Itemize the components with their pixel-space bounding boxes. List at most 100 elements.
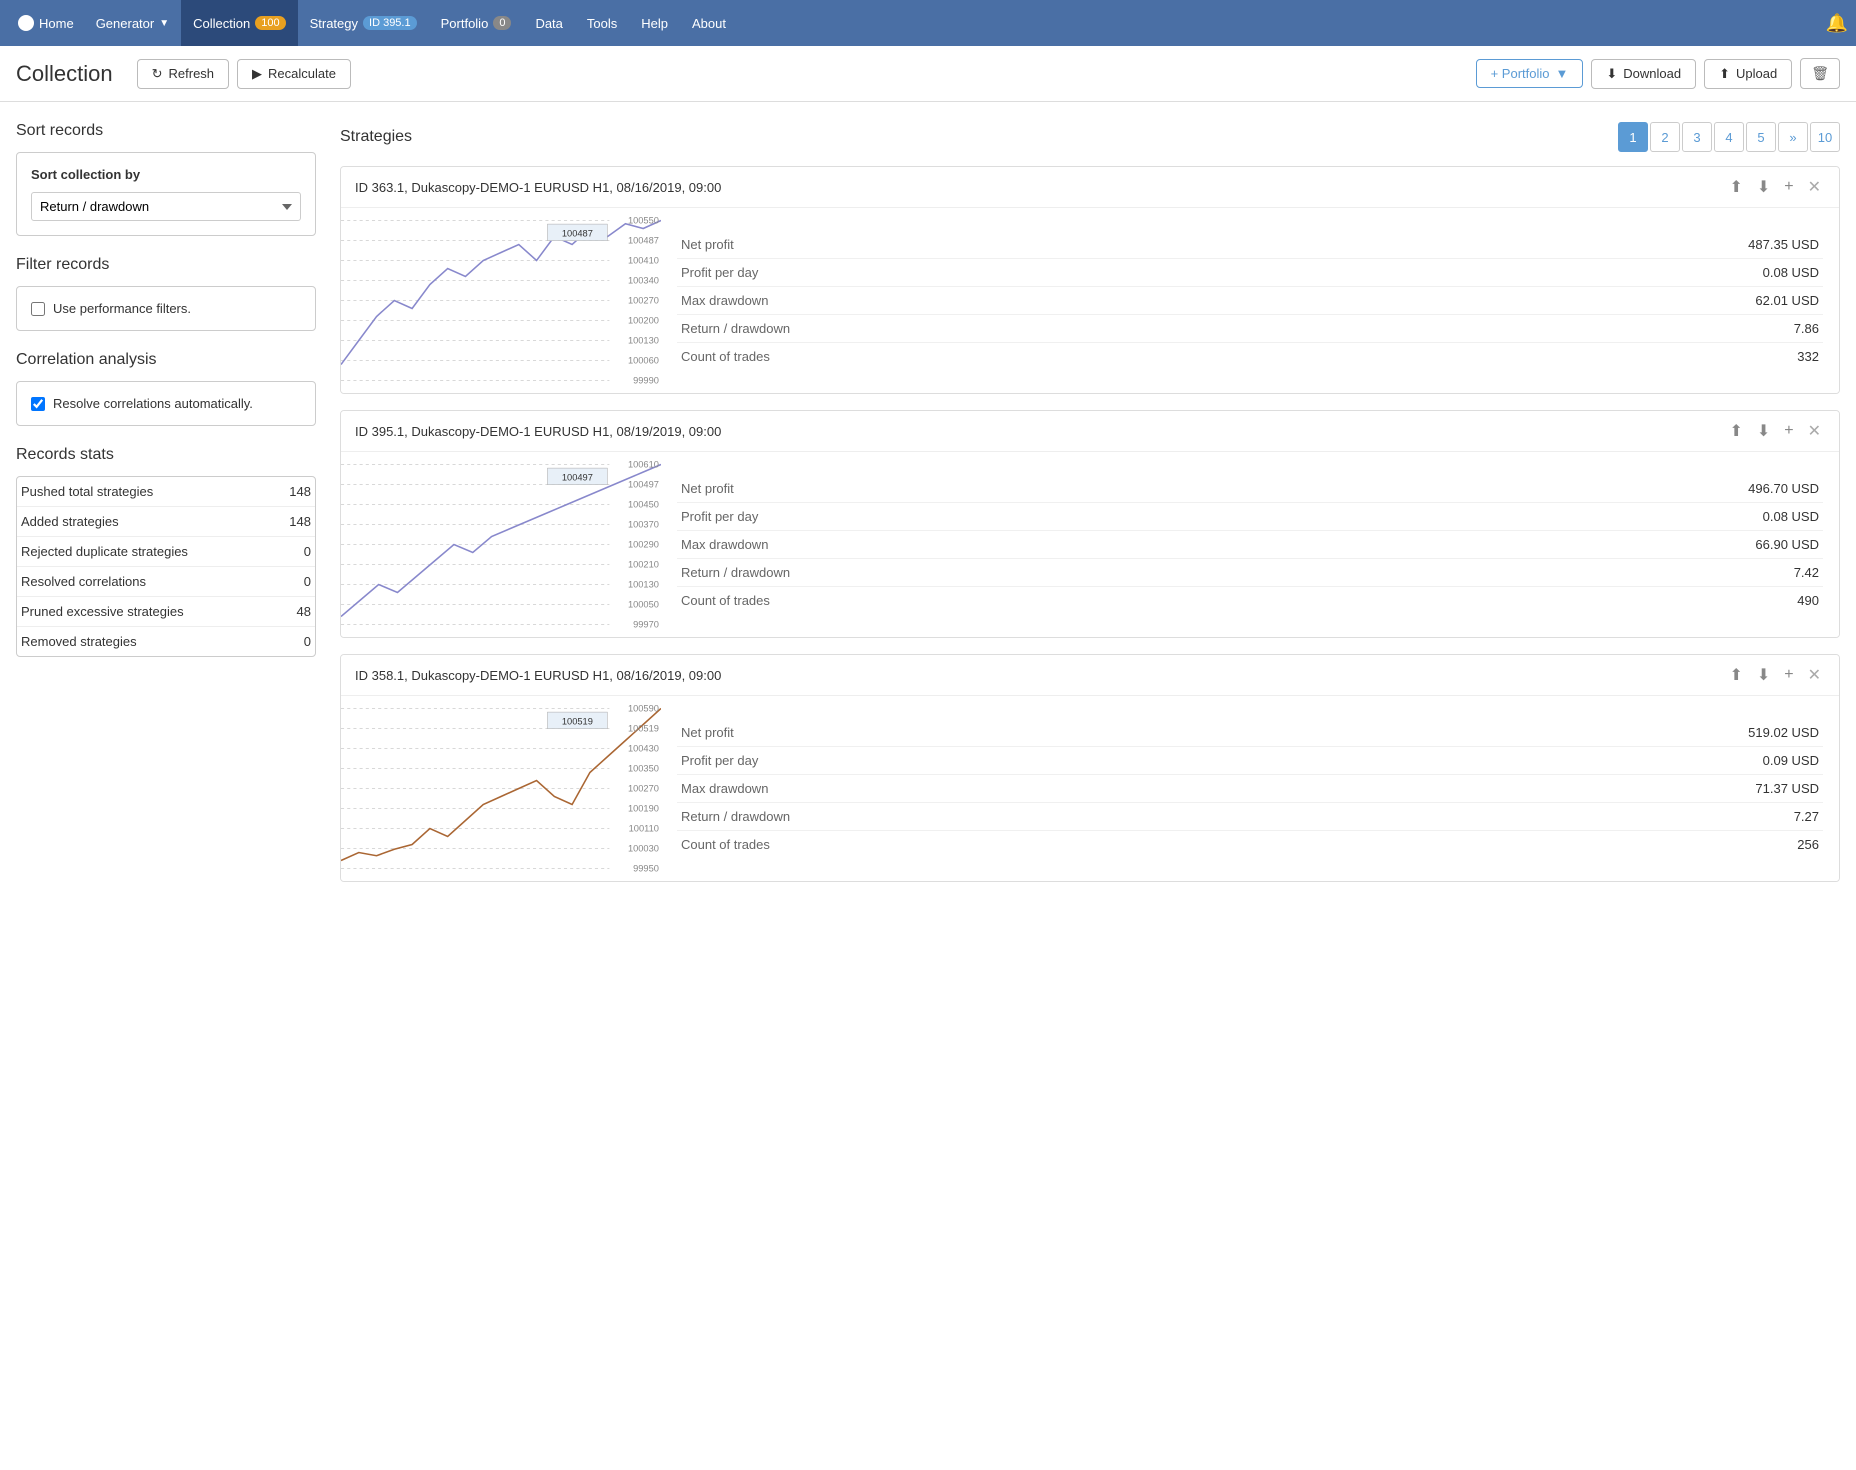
svg-text:100519: 100519	[562, 717, 593, 727]
svg-text:100110: 100110	[629, 824, 659, 834]
refresh-button[interactable]: ↻ Refresh	[137, 59, 229, 89]
nav-collection-label: Collection	[193, 16, 250, 31]
portfolio-button-label: + Portfolio	[1491, 66, 1550, 81]
stat-value: 0	[272, 537, 315, 567]
stat-row: Return / drawdown 7.42	[677, 559, 1823, 587]
card-close-button[interactable]: ✕	[1804, 663, 1825, 687]
svg-text:100290: 100290	[628, 540, 659, 550]
stats-table: Net profit 519.02 USD Profit per day 0.0…	[677, 719, 1823, 858]
stat-label: Removed strategies	[17, 627, 272, 657]
svg-text:100060: 100060	[628, 356, 659, 366]
sort-collection-select[interactable]: Return / drawdown Net profit Profit per …	[31, 192, 301, 221]
stat-label: Return / drawdown	[677, 315, 1362, 343]
card-add-button[interactable]: +	[1780, 176, 1797, 198]
sort-records-section: Sort records Sort collection by Return /…	[16, 122, 316, 236]
stat-label: Max drawdown	[677, 775, 1362, 803]
pagination-page-10[interactable]: 10	[1810, 122, 1840, 152]
upload-button[interactable]: ⬆ Upload	[1704, 59, 1792, 89]
card-up-button[interactable]: ⬆	[1725, 663, 1746, 687]
stat-row: Net profit 519.02 USD	[677, 719, 1823, 747]
generator-caret-icon: ▼	[159, 18, 169, 29]
pagination-page-2[interactable]: 2	[1650, 122, 1680, 152]
stats-area: Net profit 496.70 USD Profit per day 0.0…	[661, 452, 1839, 637]
stat-label: Added strategies	[17, 507, 272, 537]
records-stats-row: Pruned excessive strategies48	[17, 597, 315, 627]
nav-home-button[interactable]: Home	[8, 0, 84, 46]
strategy-card-body: 100497 100610100497100450100370100290100…	[341, 452, 1839, 637]
stats-area: Net profit 519.02 USD Profit per day 0.0…	[661, 696, 1839, 881]
nav-portfolio-label: Portfolio	[441, 16, 489, 31]
main-layout: Sort records Sort collection by Return /…	[0, 102, 1856, 918]
pagination: 12345»10	[1618, 122, 1840, 152]
nav-strategy-label: Strategy	[310, 16, 358, 31]
svg-text:100487: 100487	[628, 236, 659, 246]
nav-about-label: About	[692, 16, 726, 31]
stat-label: Profit per day	[677, 503, 1362, 531]
strategy-card-card-1: ID 363.1, Dukascopy-DEMO-1 EURUSD H1, 08…	[340, 166, 1840, 394]
svg-text:100030: 100030	[628, 844, 659, 854]
recalculate-button[interactable]: ▶ Recalculate	[237, 59, 351, 89]
card-down-button[interactable]: ⬇	[1753, 663, 1774, 687]
card-actions: ⬆ ⬇ + ✕	[1725, 663, 1825, 687]
card-up-button[interactable]: ⬆	[1725, 419, 1746, 443]
notification-icon[interactable]: 🔔	[1826, 13, 1848, 33]
pagination-page-5[interactable]: 5	[1746, 122, 1776, 152]
upload-label: Upload	[1736, 66, 1777, 81]
stat-label: Max drawdown	[677, 531, 1362, 559]
stat-value: 7.86	[1362, 315, 1823, 343]
stat-label: Return / drawdown	[677, 803, 1362, 831]
card-up-button[interactable]: ⬆	[1725, 175, 1746, 199]
correlation-label: Resolve correlations automatically.	[53, 396, 253, 411]
delete-button[interactable]: 🗑	[1800, 58, 1840, 89]
strategy-card-title: ID 363.1, Dukascopy-DEMO-1 EURUSD H1, 08…	[355, 180, 1725, 195]
nav-portfolio-button[interactable]: Portfolio 0	[429, 0, 524, 46]
card-add-button[interactable]: +	[1780, 664, 1797, 686]
stat-row: Profit per day 0.09 USD	[677, 747, 1823, 775]
nav-help-label: Help	[641, 16, 668, 31]
svg-text:100450: 100450	[628, 500, 659, 510]
strategy-card-body: 100519 100590100519100430100350100270100…	[341, 696, 1839, 881]
stat-value: 490	[1362, 587, 1823, 615]
portfolio-button[interactable]: + Portfolio ▼	[1476, 59, 1584, 88]
navbar: Home Generator ▼ Collection 100 Strategy…	[0, 0, 1856, 46]
pagination-page-3[interactable]: 3	[1682, 122, 1712, 152]
svg-text:100270: 100270	[628, 296, 659, 306]
card-down-button[interactable]: ⬇	[1753, 175, 1774, 199]
card-close-button[interactable]: ✕	[1804, 175, 1825, 199]
stat-value: 71.37 USD	[1362, 775, 1823, 803]
chart-area: 100487 100550100487100410100340100270100…	[341, 208, 661, 393]
pagination-page-»[interactable]: »	[1778, 122, 1808, 152]
stat-label: Count of trades	[677, 587, 1362, 615]
stat-row: Net profit 487.35 USD	[677, 231, 1823, 259]
nav-collection-button[interactable]: Collection 100	[181, 0, 297, 46]
card-actions: ⬆ ⬇ + ✕	[1725, 175, 1825, 199]
pagination-page-4[interactable]: 4	[1714, 122, 1744, 152]
svg-text:100410: 100410	[628, 256, 659, 266]
download-button[interactable]: ⬇ Download	[1591, 59, 1696, 89]
correlation-checkbox[interactable]	[31, 397, 45, 411]
nav-help-button[interactable]: Help	[629, 0, 680, 46]
svg-text:99950: 99950	[633, 864, 659, 874]
svg-text:100610: 100610	[628, 460, 659, 470]
records-stats-section: Records stats Pushed total strategies148…	[16, 446, 316, 657]
card-add-button[interactable]: +	[1780, 420, 1797, 442]
nav-data-label: Data	[535, 16, 562, 31]
left-panel: Sort records Sort collection by Return /…	[16, 122, 316, 898]
nav-generator-button[interactable]: Generator ▼	[84, 0, 181, 46]
pagination-page-1[interactable]: 1	[1618, 122, 1648, 152]
nav-home-label: Home	[39, 16, 74, 31]
stat-value: 148	[272, 507, 315, 537]
stat-row: Count of trades 256	[677, 831, 1823, 859]
nav-about-button[interactable]: About	[680, 0, 738, 46]
portfolio-caret-icon: ▼	[1556, 66, 1569, 81]
stat-value: 487.35 USD	[1362, 231, 1823, 259]
nav-strategy-button[interactable]: Strategy ID 395.1	[298, 0, 429, 46]
card-down-button[interactable]: ⬇	[1753, 419, 1774, 443]
nav-data-button[interactable]: Data	[523, 0, 574, 46]
card-close-button[interactable]: ✕	[1804, 419, 1825, 443]
correlation-checkbox-row: Resolve correlations automatically.	[31, 396, 301, 411]
stat-label: Rejected duplicate strategies	[17, 537, 272, 567]
nav-tools-button[interactable]: Tools	[575, 0, 629, 46]
svg-text:99970: 99970	[633, 620, 659, 630]
performance-filter-checkbox[interactable]	[31, 302, 45, 316]
